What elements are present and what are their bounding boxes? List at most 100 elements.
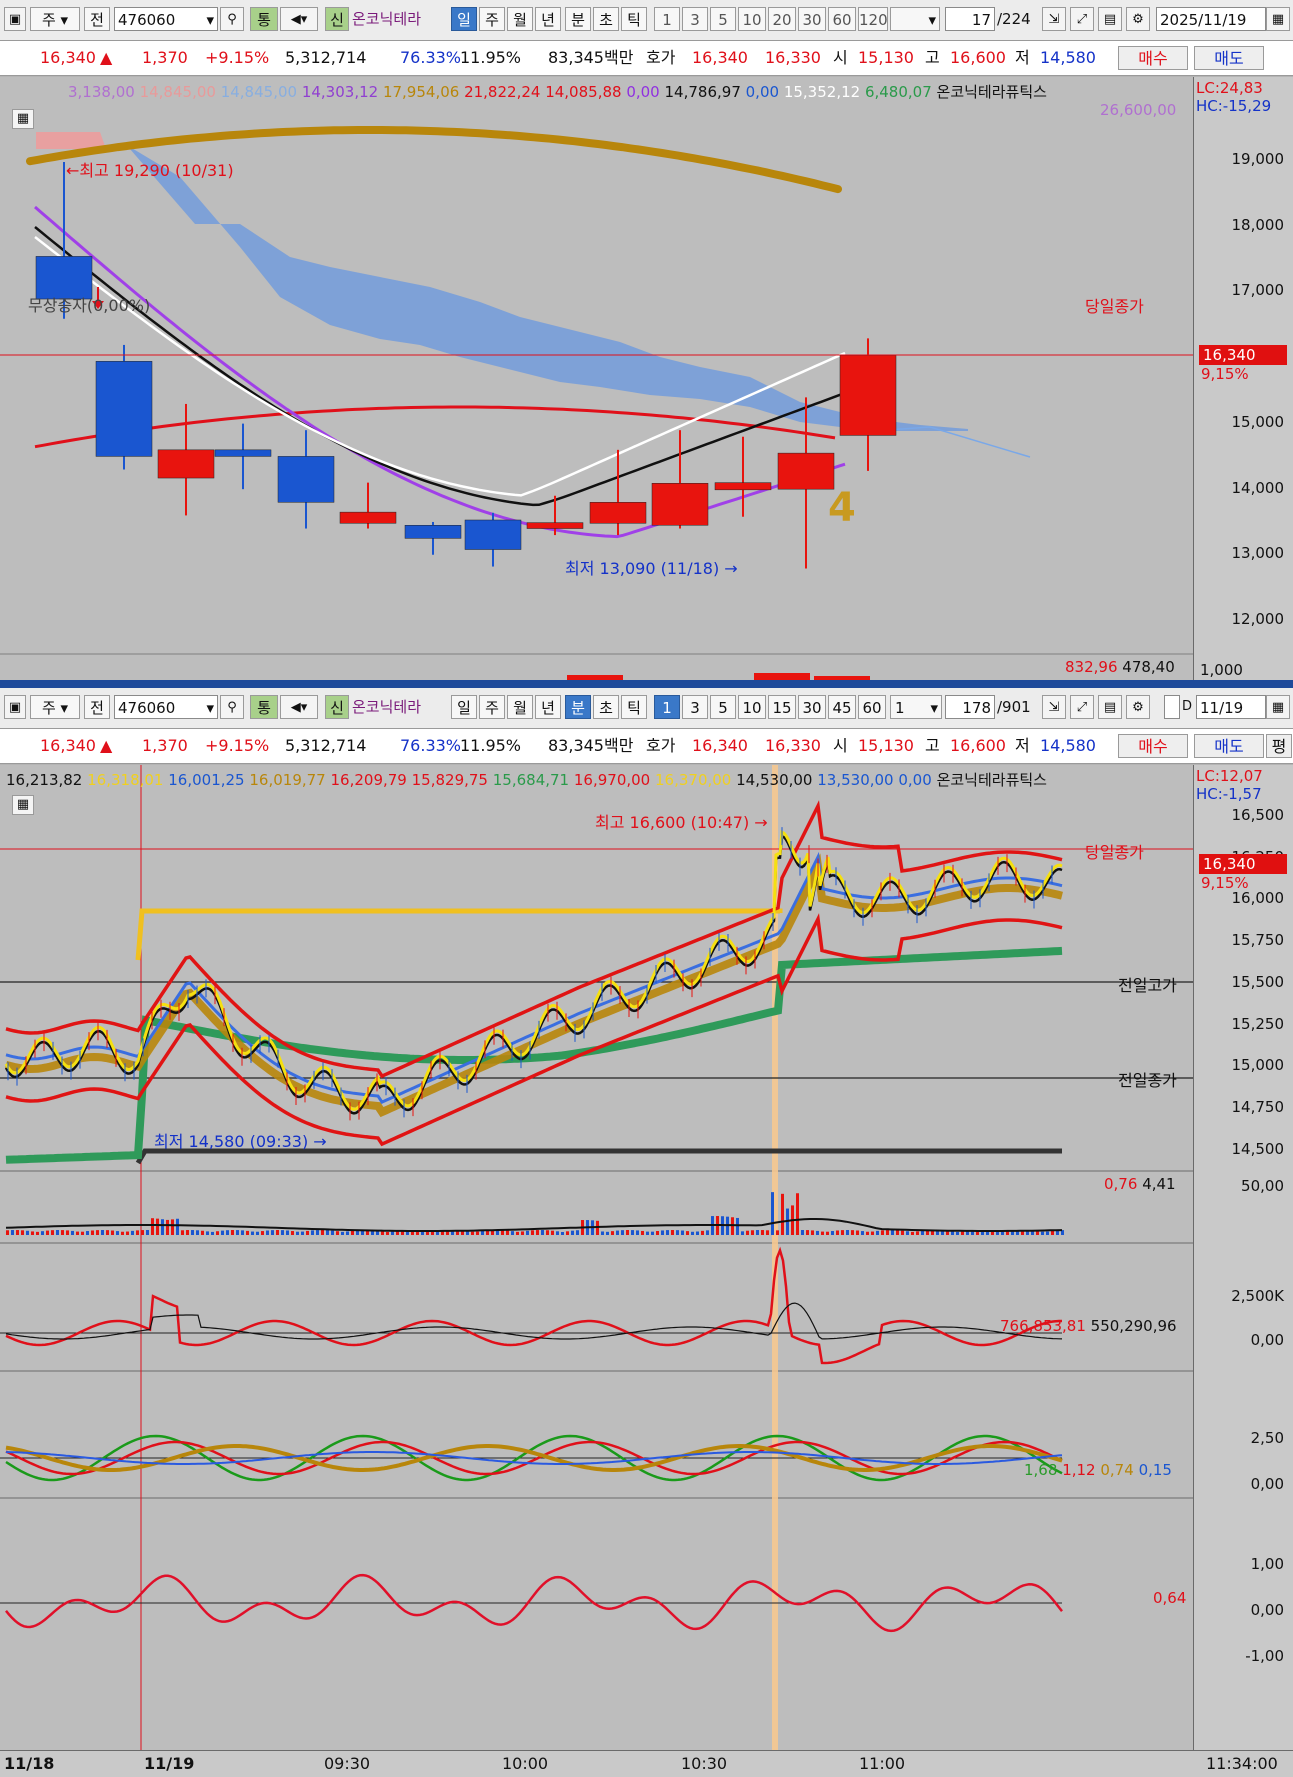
interval-20[interactable]: 20: [768, 7, 796, 31]
period-week[interactable]: 주: [479, 7, 505, 31]
interval-45[interactable]: 45: [828, 695, 856, 719]
type-select[interactable]: 주 ▾: [30, 695, 80, 719]
ind1-line: [5, 1246, 1062, 1365]
code-input[interactable]: 476060 ▾: [114, 695, 218, 719]
unit-select[interactable]: 1 ▾: [890, 695, 942, 719]
tong-button[interactable]: 통: [250, 695, 278, 719]
volume: 5,312,714: [285, 48, 367, 67]
interval-60[interactable]: 60: [858, 695, 886, 719]
type-select[interactable]: 주 ▾: [30, 7, 80, 31]
chart-settings-icon[interactable]: ▣: [4, 7, 26, 31]
volume-bar: [621, 1230, 624, 1235]
volume-bar: [851, 1230, 854, 1235]
period-minute[interactable]: 분: [565, 695, 591, 719]
code-input[interactable]: 476060 ▾: [114, 7, 218, 31]
volume-bar: [76, 1231, 79, 1235]
volume-bar: [666, 1230, 669, 1235]
volume-bar: [651, 1231, 654, 1235]
period-month[interactable]: 월: [507, 695, 533, 719]
minute-candle-chart[interactable]: [0, 765, 1193, 1750]
search-icon[interactable]: ⚲: [220, 7, 244, 31]
date-input[interactable]: 2025/11/19: [1156, 7, 1266, 31]
volume-bar: [566, 1231, 569, 1235]
interval-15[interactable]: 15: [768, 695, 796, 719]
period-year[interactable]: 년: [535, 695, 561, 719]
interval-10[interactable]: 10: [738, 695, 766, 719]
period-second[interactable]: 초: [593, 695, 619, 719]
hoga-label: 호가: [646, 48, 676, 67]
period-week[interactable]: 주: [479, 695, 505, 719]
interval-1[interactable]: 1: [654, 7, 680, 31]
search-icon[interactable]: ⚲: [220, 695, 244, 719]
candle-body: [339, 511, 397, 524]
price-axis-tick: 14,750: [1231, 1097, 1285, 1116]
current-price-pct: 9,15%: [1201, 874, 1249, 892]
gear-icon[interactable]: ⚙: [1126, 7, 1150, 31]
volume-bar: [171, 1219, 174, 1235]
period-year[interactable]: 년: [535, 7, 561, 31]
calendar-icon[interactable]: ▦: [1266, 695, 1290, 719]
save-icon[interactable]: ▤: [1098, 7, 1122, 31]
sell-button[interactable]: 매도: [1194, 46, 1264, 70]
draw-tool-icon[interactable]: ⤢: [1070, 695, 1094, 719]
avg-button[interactable]: 평: [1266, 734, 1292, 758]
draw-tool-icon[interactable]: ⤢: [1070, 7, 1094, 31]
interval-input[interactable]: ▾: [890, 7, 940, 31]
volume-bar: [151, 1218, 154, 1235]
interval-3[interactable]: 3: [682, 695, 708, 719]
volume-bar: [756, 1230, 759, 1235]
interval-3[interactable]: 3: [682, 7, 708, 31]
minute-chart-area[interactable]: 16,213,82 16,318,01 16,001,25 16,019,77 …: [0, 765, 1193, 1750]
interval-1[interactable]: 1: [654, 695, 680, 719]
current-price-box: 16,340: [1199, 345, 1287, 365]
period-day[interactable]: 일: [451, 7, 477, 31]
save-icon[interactable]: ▤: [1098, 695, 1122, 719]
volume-bar: [221, 1230, 224, 1235]
speaker-icon[interactable]: ◀▾: [280, 695, 318, 719]
sell-button[interactable]: 매도: [1194, 734, 1264, 758]
interval-120[interactable]: 120: [858, 7, 888, 31]
volume-bar: [686, 1231, 689, 1235]
table-toggle-icon[interactable]: ▦: [12, 109, 34, 129]
daily-chart-area[interactable]: 3,138,00 14,845,00 14,845,00 14,303,12 1…: [0, 77, 1193, 680]
date-input[interactable]: 11/19: [1196, 695, 1266, 719]
tong-button[interactable]: 통: [250, 7, 278, 31]
period-tick[interactable]: 틱: [621, 695, 647, 719]
table-toggle-icon[interactable]: ▦: [12, 795, 34, 815]
prev-button[interactable]: 전: [84, 695, 110, 719]
speaker-icon[interactable]: ◀▾: [280, 7, 318, 31]
interval-5[interactable]: 5: [710, 7, 736, 31]
volume-bar: [801, 1230, 804, 1235]
period-tick[interactable]: 틱: [621, 7, 647, 31]
chart-settings-icon[interactable]: ▣: [4, 695, 26, 719]
interval-5[interactable]: 5: [710, 695, 736, 719]
sin-button[interactable]: 신: [325, 695, 349, 719]
volume-ma-line: [5, 1218, 1063, 1232]
d-checkbox[interactable]: [1164, 695, 1180, 719]
crosshair-icon[interactable]: ⇲: [1042, 7, 1066, 31]
volume-bar: [921, 1230, 924, 1235]
volume-bar: [31, 1231, 34, 1235]
buy-button[interactable]: 매수: [1118, 734, 1188, 758]
volume-bar: [66, 1230, 69, 1235]
panel-separator[interactable]: [0, 680, 1293, 688]
interval-10[interactable]: 10: [738, 7, 766, 31]
sin-button[interactable]: 신: [325, 7, 349, 31]
count-input[interactable]: 178: [945, 695, 995, 719]
volume-bar: [516, 1231, 519, 1235]
crosshair-icon[interactable]: ⇲: [1042, 695, 1066, 719]
period-month[interactable]: 월: [507, 7, 533, 31]
period-second[interactable]: 초: [593, 7, 619, 31]
volume-bar: [506, 1230, 509, 1235]
period-minute[interactable]: 분: [565, 7, 591, 31]
interval-30[interactable]: 30: [798, 695, 826, 719]
gear-icon[interactable]: ⚙: [1126, 695, 1150, 719]
count-input[interactable]: 17: [945, 7, 995, 31]
buy-button[interactable]: 매수: [1118, 46, 1188, 70]
interval-30[interactable]: 30: [798, 7, 826, 31]
prev-button[interactable]: 전: [84, 7, 110, 31]
bid-price: 16,330: [765, 736, 821, 755]
period-day[interactable]: 일: [451, 695, 477, 719]
interval-60[interactable]: 60: [828, 7, 856, 31]
calendar-icon[interactable]: ▦: [1266, 7, 1290, 31]
